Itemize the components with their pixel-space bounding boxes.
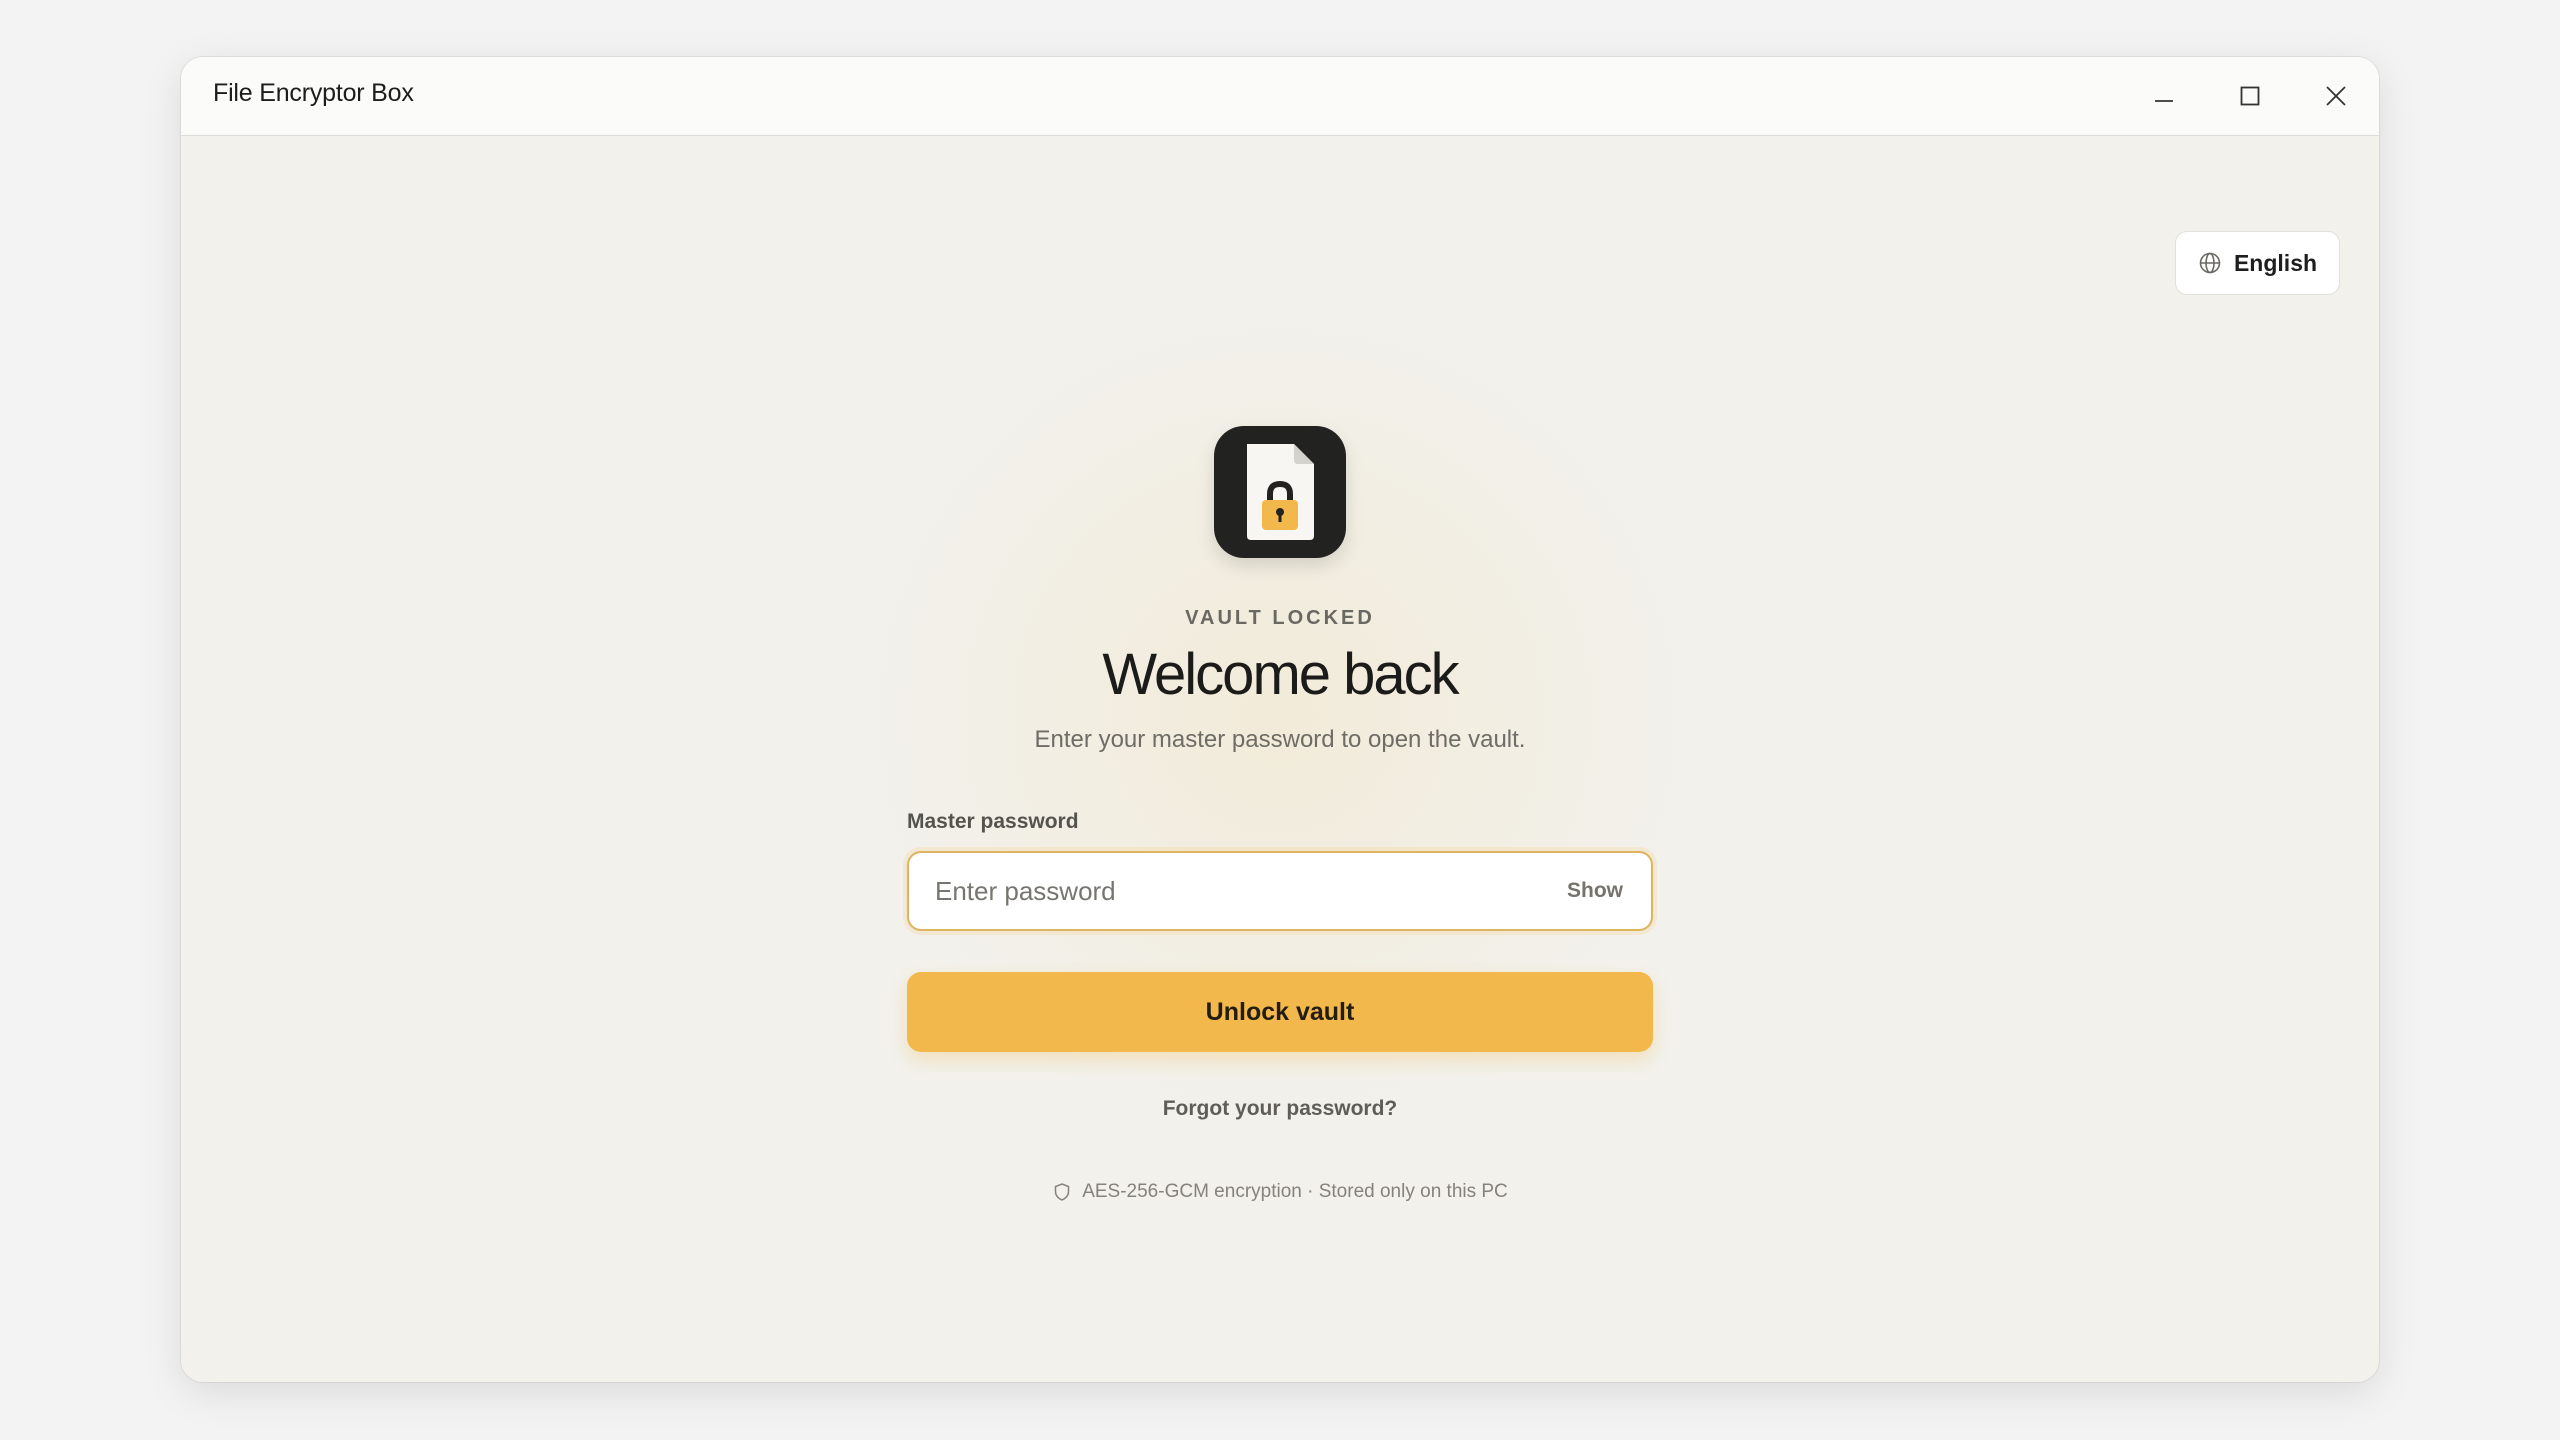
language-selector[interactable]: English bbox=[2175, 231, 2340, 295]
minimize-button[interactable] bbox=[2138, 70, 2190, 122]
locked-file-icon bbox=[1247, 444, 1314, 540]
maximize-button[interactable] bbox=[2224, 70, 2276, 122]
lock-screen: English VAULT LOCKED Welcome back Enter … bbox=[181, 136, 2379, 1382]
app-logo bbox=[1214, 426, 1346, 558]
title-bar: File Encryptor Box bbox=[181, 57, 2379, 136]
page-title: Welcome back bbox=[1102, 642, 1459, 707]
maximize-icon bbox=[2240, 86, 2260, 106]
password-field: Show bbox=[907, 851, 1653, 931]
close-icon bbox=[2326, 86, 2346, 106]
minimize-icon bbox=[2155, 100, 2173, 102]
page-subtitle: Enter your master password to open the v… bbox=[1034, 726, 1526, 753]
unlock-button[interactable]: Unlock vault bbox=[907, 972, 1653, 1052]
password-label: Master password bbox=[907, 810, 1079, 833]
password-input[interactable] bbox=[909, 853, 1555, 929]
close-button[interactable] bbox=[2310, 70, 2362, 122]
security-note-text: AES-256-GCM encryption · Stored only on … bbox=[1082, 1181, 1508, 1202]
security-note: AES-256-GCM encryption · Stored only on … bbox=[181, 1181, 2379, 1203]
app-window: File Encryptor Box English VAULT LOCKED … bbox=[181, 57, 2379, 1382]
show-password-toggle[interactable]: Show bbox=[1567, 879, 1623, 903]
forgot-password-link[interactable]: Forgot your password? bbox=[181, 1097, 2379, 1121]
globe-icon bbox=[2198, 251, 2222, 275]
shield-icon bbox=[1052, 1182, 1072, 1202]
vault-status: VAULT LOCKED bbox=[1185, 607, 1375, 629]
window-title: File Encryptor Box bbox=[213, 79, 414, 107]
language-label: English bbox=[2233, 249, 2318, 276]
